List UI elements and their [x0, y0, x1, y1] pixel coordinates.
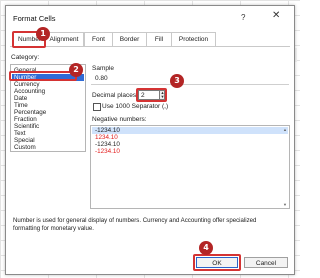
- negative-item[interactable]: -1234.10: [92, 127, 288, 134]
- close-icon[interactable]: ✕: [272, 11, 280, 21]
- sample-divider: [91, 84, 289, 85]
- category-item-fraction[interactable]: Fraction: [12, 116, 84, 123]
- step-badge-4: 4: [199, 241, 213, 255]
- thousand-separator-label: Use 1000 Separator (,): [102, 103, 169, 110]
- negative-item[interactable]: -1234.10: [92, 141, 288, 148]
- tab-fill[interactable]: Fill: [146, 32, 172, 46]
- dialog-title: Format Cells: [13, 14, 56, 23]
- category-item-time[interactable]: Time: [12, 102, 84, 109]
- decimal-places-label: Decimal places:: [92, 92, 138, 99]
- step-badge-3: 3: [170, 74, 184, 88]
- thousand-separator-checkbox[interactable]: [93, 103, 101, 111]
- negative-numbers-list[interactable]: -1234.10 1234.10 -1234.10 -1234.10 ▲ ▼: [90, 125, 290, 209]
- help-icon[interactable]: ?: [241, 13, 245, 22]
- category-item-scientific[interactable]: Scientific: [12, 123, 84, 130]
- tab-protection[interactable]: Protection: [171, 32, 216, 46]
- title-bar: Format Cells ? ✕: [6, 6, 294, 28]
- category-item-custom[interactable]: Custom: [12, 144, 84, 151]
- category-item-text[interactable]: Text: [12, 130, 84, 137]
- tab-font[interactable]: Font: [84, 32, 113, 46]
- category-item-accounting[interactable]: Accounting: [12, 88, 84, 95]
- step-badge-1: 1: [36, 27, 50, 41]
- scroll-down-icon[interactable]: ▼: [283, 202, 287, 207]
- step-badge-2: 2: [69, 63, 83, 77]
- negative-item[interactable]: 1234.10: [92, 134, 288, 141]
- category-list[interactable]: ▲ General Number Currency Accounting Dat…: [10, 64, 86, 152]
- category-item-special[interactable]: Special: [12, 137, 84, 144]
- tab-alignment[interactable]: Alignment: [45, 32, 84, 46]
- sample-value: 0.80: [95, 75, 108, 82]
- cancel-button[interactable]: Cancel: [244, 257, 288, 268]
- category-item-currency[interactable]: Currency: [12, 81, 84, 88]
- tab-border[interactable]: Border: [112, 32, 147, 46]
- category-description: Number is used for general display of nu…: [13, 217, 257, 232]
- spinner-down-icon[interactable]: ▼: [160, 95, 165, 99]
- category-item-date[interactable]: Date: [12, 95, 84, 102]
- category-label: Category:: [11, 54, 40, 61]
- negative-item[interactable]: -1234.10: [92, 148, 288, 155]
- scroll-up-icon[interactable]: ▲: [283, 127, 287, 132]
- format-cells-dialog: Format Cells ? ✕ Number Alignment Font B…: [5, 5, 295, 275]
- decimal-places-spinner[interactable]: ▲ ▼: [159, 90, 165, 100]
- negative-numbers-label: Negative numbers:: [92, 116, 147, 123]
- sample-label: Sample: [92, 65, 115, 72]
- category-item-percentage[interactable]: Percentage: [12, 109, 84, 116]
- tab-divider: [10, 46, 290, 47]
- ok-button[interactable]: OK: [196, 257, 238, 268]
